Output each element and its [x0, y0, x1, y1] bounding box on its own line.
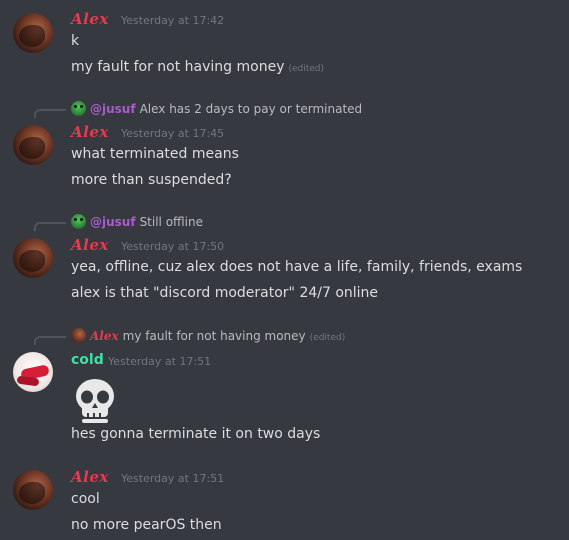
reply-preview[interactable]: Alex my fault for not having money (edited…: [71, 328, 345, 343]
username[interactable]: cold: [71, 352, 104, 368]
reply-preview[interactable]: @jusuf Alex has 2 days to pay or terminat…: [71, 101, 362, 116]
timestamp: Yesterday at 17:42: [121, 14, 225, 27]
avatar[interactable]: [13, 125, 53, 165]
timestamp: Yesterday at 17:50: [121, 240, 225, 253]
timestamp: Yesterday at 17:51: [121, 472, 225, 485]
timestamp: Yesterday at 17:51: [108, 355, 212, 368]
avatar[interactable]: [13, 13, 53, 53]
reply-text: my fault for not having money: [122, 329, 306, 343]
avatar[interactable]: [13, 470, 53, 510]
message-text-content: my fault for not having money: [71, 59, 285, 75]
edited-label: (edited): [309, 333, 346, 343]
message-text: hes gonna terminate it on two days: [71, 426, 321, 442]
message-text: my fault for not having money (edited): [71, 59, 324, 75]
message-text: what terminated means: [71, 146, 239, 162]
reply-connector: [34, 336, 66, 345]
reply-connector: [34, 109, 66, 118]
timestamp: Yesterday at 17:45: [121, 127, 225, 140]
reply-text: Still offline: [139, 215, 203, 229]
reply-author[interactable]: Alex: [90, 329, 119, 343]
edited-label: (edited): [288, 64, 325, 74]
avatar[interactable]: [13, 238, 53, 278]
reply-connector: [34, 222, 66, 231]
avatar[interactable]: [13, 352, 53, 392]
reply-avatar: [71, 328, 86, 343]
message-text: cool: [71, 491, 100, 507]
reply-mention[interactable]: @jusuf: [90, 102, 136, 116]
reply-mention[interactable]: @jusuf: [90, 215, 136, 229]
reply-avatar: [71, 214, 86, 229]
message-text: no more pearOS then: [71, 517, 222, 533]
username[interactable]: Alex: [71, 468, 109, 486]
username[interactable]: Alex: [71, 10, 109, 28]
username[interactable]: Alex: [71, 123, 109, 141]
reply-text: Alex has 2 days to pay or terminated: [139, 102, 363, 116]
username[interactable]: Alex: [71, 236, 109, 254]
reply-avatar: [71, 101, 86, 116]
message-text: alex is that "discord moderator" 24/7 on…: [71, 285, 379, 301]
reply-preview[interactable]: @jusuf Still offline: [71, 214, 203, 229]
skull-emoji-icon[interactable]: [71, 377, 119, 425]
message-text: k: [71, 33, 80, 49]
message-text: more than suspended?: [71, 172, 232, 188]
message-text: yea, offline, cuz alex does not have a l…: [71, 259, 523, 275]
